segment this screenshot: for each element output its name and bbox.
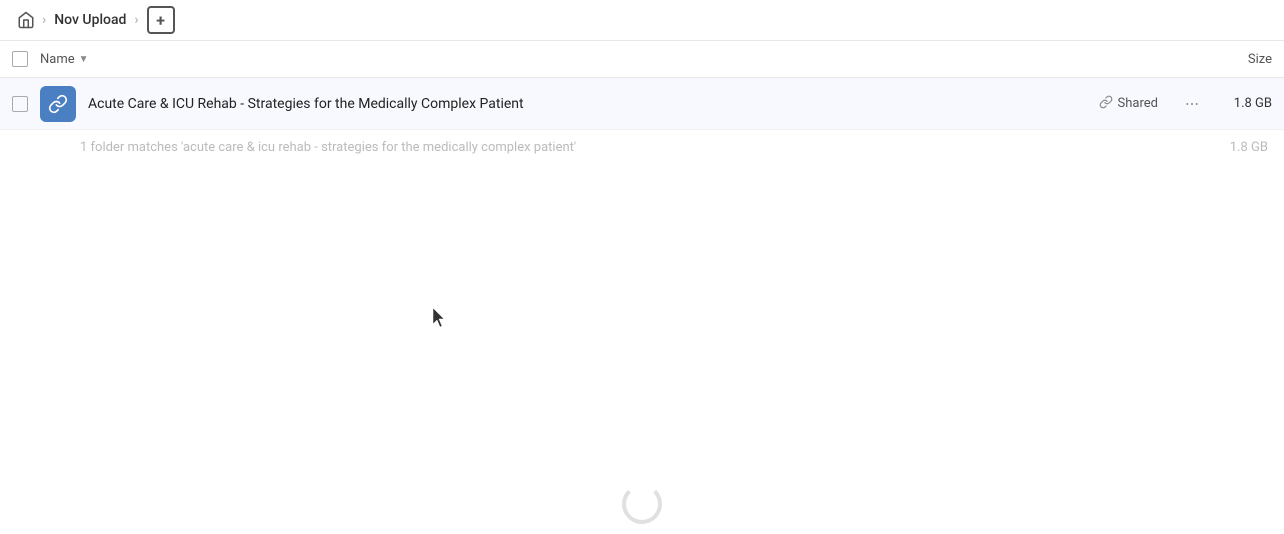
file-size: 1.8 GB	[1222, 96, 1272, 111]
summary-text: 1 folder matches 'acute care & icu rehab…	[80, 140, 576, 155]
loading-spinner	[622, 484, 662, 524]
shared-badge: Shared	[1099, 95, 1158, 113]
summary-size: 1.8 GB	[1230, 140, 1268, 155]
name-column-header[interactable]: Name ▼	[40, 52, 89, 67]
breadcrumb-folder[interactable]: Nov Upload	[48, 9, 132, 31]
breadcrumb-separator-2: ›	[134, 12, 138, 28]
file-name: Acute Care & ICU Rehab - Strategies for …	[88, 96, 1099, 112]
size-column-header: Size	[1248, 52, 1272, 67]
breadcrumb-bar: › Nov Upload › +	[0, 0, 1284, 40]
summary-row: 1 folder matches 'acute care & icu rehab…	[0, 130, 1284, 165]
shared-label: Shared	[1118, 96, 1158, 111]
add-button[interactable]: +	[147, 6, 175, 34]
select-all-checkbox[interactable]	[12, 51, 28, 67]
more-options-button[interactable]	[1178, 90, 1206, 118]
mouse-cursor	[433, 308, 447, 328]
sort-arrow-icon: ▼	[79, 54, 89, 65]
home-button[interactable]	[12, 6, 40, 34]
name-label: Name	[40, 52, 75, 67]
column-header: Name ▼ Size	[0, 40, 1284, 78]
file-icon	[40, 86, 76, 122]
breadcrumb-separator: ›	[42, 12, 46, 28]
file-row[interactable]: Acute Care & ICU Rehab - Strategies for …	[0, 78, 1284, 130]
link-icon	[1099, 95, 1113, 113]
row-checkbox[interactable]	[12, 96, 28, 112]
